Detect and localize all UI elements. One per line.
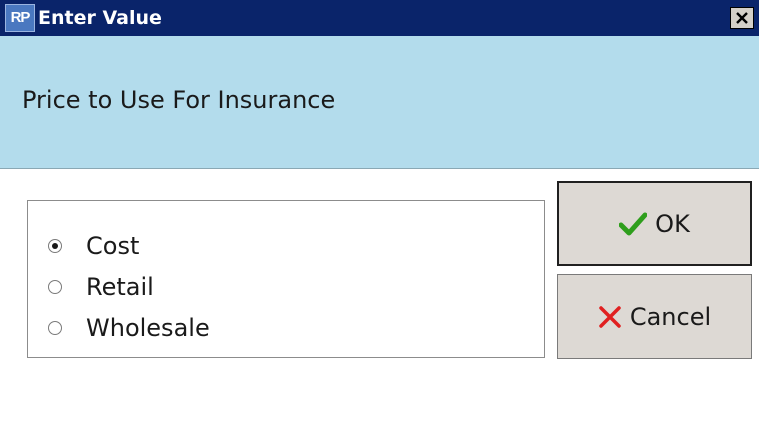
x-icon bbox=[598, 305, 622, 329]
radio-label: Retail bbox=[86, 273, 154, 301]
close-icon bbox=[736, 12, 748, 24]
cancel-button[interactable]: Cancel bbox=[557, 274, 752, 359]
window-title: Enter Value bbox=[38, 7, 162, 29]
radio-button[interactable] bbox=[48, 280, 62, 294]
radio-option-retail[interactable]: Retail bbox=[48, 270, 154, 304]
radio-option-wholesale[interactable]: Wholesale bbox=[48, 311, 210, 345]
radio-label: Cost bbox=[86, 232, 140, 260]
radio-button[interactable] bbox=[48, 321, 62, 335]
radio-label: Wholesale bbox=[86, 314, 210, 342]
enter-value-dialog: RP Enter Value Price to Use For Insuranc… bbox=[0, 0, 759, 448]
radio-option-cost[interactable]: Cost bbox=[48, 229, 139, 263]
ok-button[interactable]: OK bbox=[557, 181, 752, 266]
cancel-label: Cancel bbox=[629, 302, 712, 331]
radio-button[interactable] bbox=[48, 239, 62, 253]
close-button[interactable] bbox=[730, 7, 754, 29]
title-bar[interactable]: RP Enter Value bbox=[0, 0, 759, 36]
price-options-group: Cost Retail Wholesale bbox=[27, 200, 545, 358]
app-logo-icon: RP bbox=[5, 4, 35, 32]
ok-label: OK bbox=[655, 209, 690, 238]
prompt-header: Price to Use For Insurance bbox=[0, 36, 759, 169]
prompt-text: Price to Use For Insurance bbox=[22, 86, 336, 114]
checkmark-icon bbox=[619, 212, 648, 236]
